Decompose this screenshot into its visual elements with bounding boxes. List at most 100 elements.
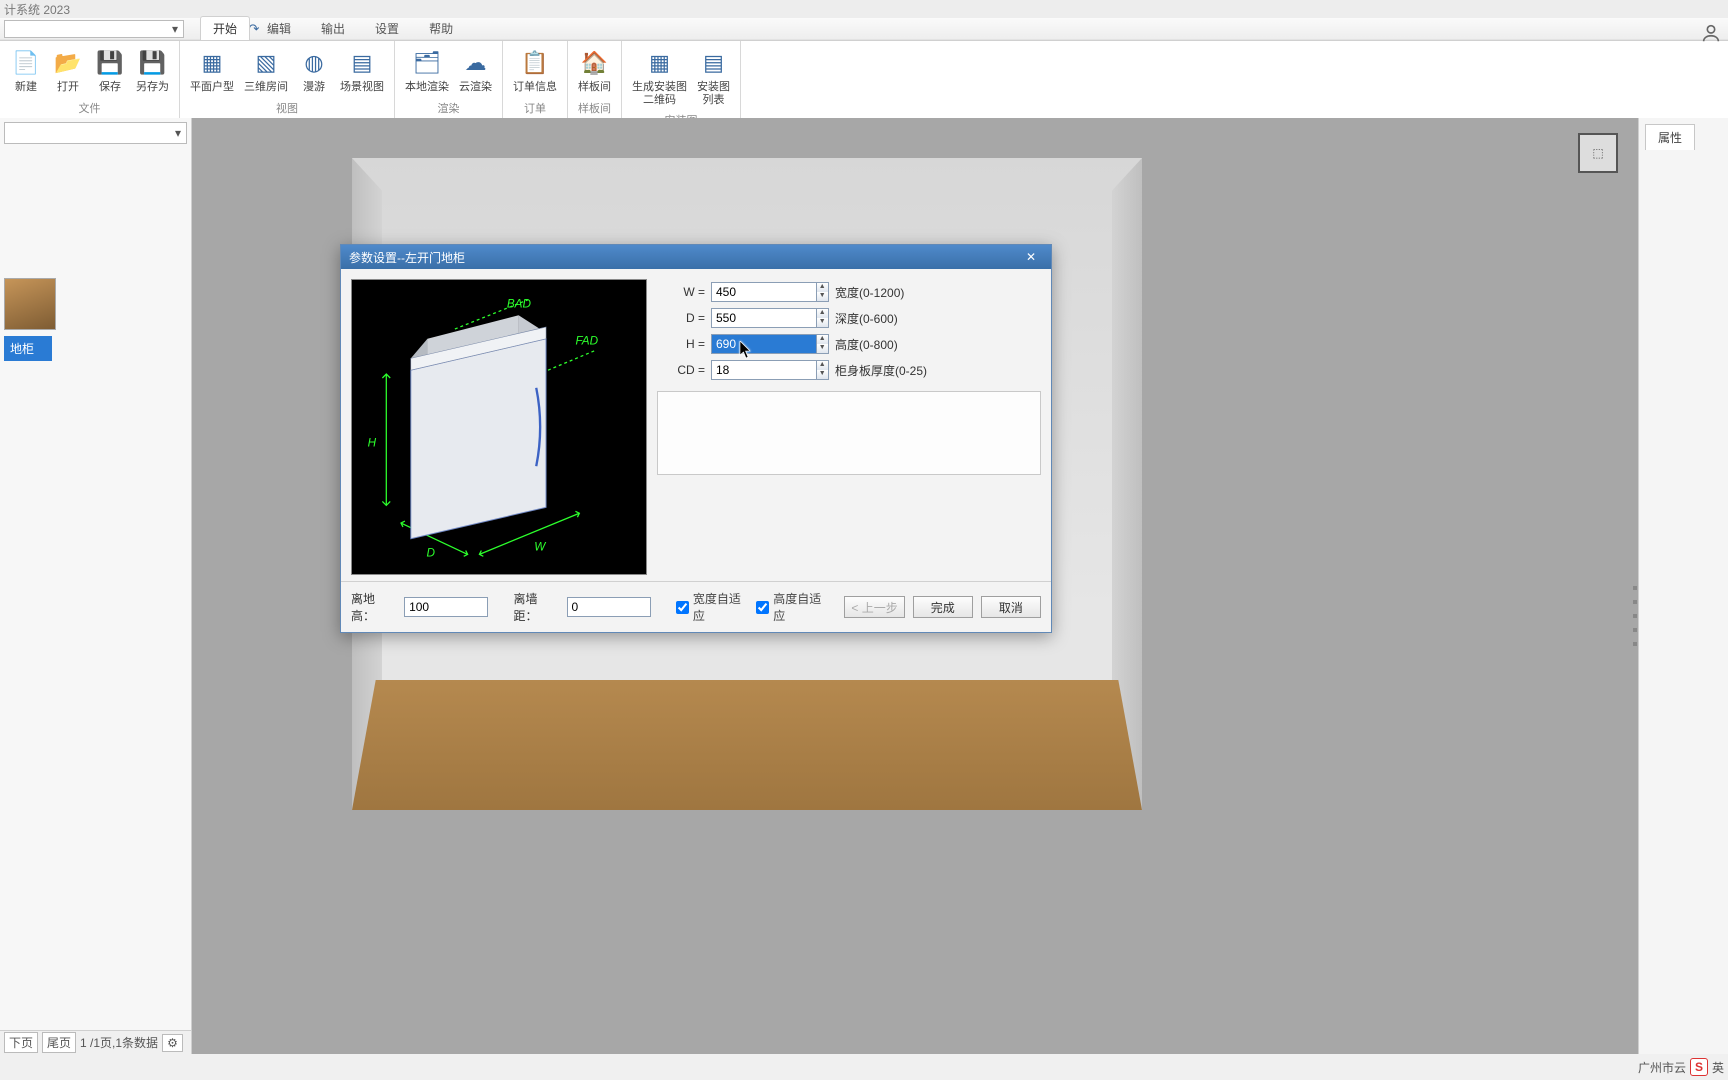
orderinfo-icon: 📋: [519, 47, 551, 79]
ground-height-label: 离地高：: [351, 590, 396, 624]
label-H: H: [368, 437, 377, 450]
ime-badge[interactable]: S: [1690, 1058, 1708, 1076]
roam-button[interactable]: ◍ 漫游: [294, 45, 334, 96]
param-input-W[interactable]: ▲▼: [711, 282, 829, 302]
plan-icon: ▦: [196, 47, 228, 79]
status-lang: 英: [1712, 1059, 1724, 1076]
ribbon-tabs: 开始编辑输出设置帮助: [0, 18, 1728, 40]
spin-down-icon[interactable]: ▼: [817, 344, 829, 353]
installlist-icon: ▤: [698, 47, 730, 79]
nav-cube-icon[interactable]: ⬚: [1578, 133, 1618, 173]
properties-tab[interactable]: 属性: [1645, 124, 1695, 150]
param-dialog: 参数设置--左开门地柜 ✕: [340, 244, 1052, 633]
spin-up-icon[interactable]: ▲: [817, 335, 829, 344]
plan-button[interactable]: ▦平面户型: [186, 45, 238, 96]
save-icon: 💾: [94, 47, 126, 79]
param-row-W: W =▲▼宽度(0-1200): [659, 279, 1041, 305]
roam-icon: ◍: [298, 47, 330, 79]
cloudrender-icon: ☁: [460, 47, 492, 79]
thumbnail-area: 地柜: [0, 268, 191, 365]
spin-up-icon[interactable]: ▲: [817, 283, 829, 292]
roam-label: 漫游: [303, 81, 325, 94]
ribbon-tab-帮助[interactable]: 帮助: [416, 16, 466, 40]
param-label-CD: CD =: [659, 363, 705, 377]
param-row-H: H = ▲▼ 高度(0-800): [659, 331, 1041, 357]
param-desc-CD: 柜身板厚度(0-25): [835, 362, 927, 379]
user-icon[interactable]: [1700, 22, 1722, 44]
param-desc-W: 宽度(0-1200): [835, 284, 904, 301]
installlist-button[interactable]: ▤安装图 列表: [693, 45, 734, 108]
new-button[interactable]: 📄新建: [6, 45, 46, 96]
panel-drag-handle[interactable]: [1633, 586, 1639, 646]
cabinet-thumb-label[interactable]: 地柜: [4, 336, 52, 361]
param-input-CD[interactable]: ▲▼: [711, 360, 829, 380]
ribbon-tab-设置[interactable]: 设置: [362, 16, 412, 40]
auto-width-checkbox[interactable]: 宽度自适应: [676, 590, 748, 624]
param-blank-area: [657, 391, 1041, 475]
dialog-titlebar[interactable]: 参数设置--左开门地柜 ✕: [341, 245, 1051, 269]
left-combo[interactable]: ▾: [4, 122, 187, 144]
param-label-H: H =: [659, 337, 705, 351]
pager-next[interactable]: 下页: [4, 1032, 38, 1053]
cabinet-preview: BAD FAD H D W: [351, 279, 647, 575]
status-region: 广州市云: [1638, 1059, 1686, 1076]
open-button[interactable]: 📂打开: [48, 45, 88, 96]
localrender-button[interactable]: 🗂本地渲染: [401, 45, 453, 96]
saveas-label: 另存为: [136, 81, 169, 94]
genqr-icon: ▦: [644, 47, 676, 79]
pager-settings-icon[interactable]: ⚙: [162, 1034, 183, 1052]
spin-up-icon[interactable]: ▲: [817, 361, 829, 370]
spin-down-icon[interactable]: ▼: [817, 318, 829, 327]
status-bar: 广州市云 S 英: [1638, 1056, 1724, 1078]
scene-button[interactable]: ▤场景视图: [336, 45, 388, 96]
group-label: 渲染: [401, 100, 496, 116]
ribbon-body: 📄新建📂打开💾保存💾另存为文件▦平面户型▧三维房间◍漫游▤场景视图视图🗂本地渲染…: [0, 40, 1728, 130]
3droom-label: 三维房间: [244, 81, 288, 94]
ribbon-group-样板间: 🏠样板间样板间: [568, 41, 622, 130]
genqr-button[interactable]: ▦生成安装图 二维码: [628, 45, 691, 108]
cloudrender-label: 云渲染: [459, 81, 492, 94]
ribbon-group-安装图: ▦生成安装图 二维码▤安装图 列表安装图: [622, 41, 741, 130]
orderinfo-label: 订单信息: [513, 81, 557, 94]
ribbon-tab-开始[interactable]: 开始: [200, 16, 250, 40]
spin-down-icon[interactable]: ▼: [817, 370, 829, 379]
auto-height-checkbox[interactable]: 高度自适应: [756, 590, 828, 624]
spin-down-icon[interactable]: ▼: [817, 292, 829, 301]
param-desc-H: 高度(0-800): [835, 336, 898, 353]
cloudrender-button[interactable]: ☁ 云渲染: [455, 45, 496, 96]
ribbon-tab-输出[interactable]: 输出: [308, 16, 358, 40]
finish-button[interactable]: 完成: [913, 596, 973, 618]
param-list: W =▲▼宽度(0-1200)D =▲▼深度(0-600)H =▲▼高度(0-8…: [659, 279, 1041, 575]
scene-icon: ▤: [346, 47, 378, 79]
orderinfo-button[interactable]: 📋 订单信息: [509, 45, 561, 96]
3droom-icon: ▧: [250, 47, 282, 79]
param-input-D[interactable]: ▲▼: [711, 308, 829, 328]
saveas-button[interactable]: 💾另存为: [132, 45, 173, 96]
group-label: 样板间: [574, 100, 615, 116]
cancel-button[interactable]: 取消: [981, 596, 1041, 618]
pager-info: 1 /1页,1条数据: [80, 1034, 158, 1051]
open-label: 打开: [57, 81, 79, 94]
installlist-label: 安装图 列表: [697, 81, 730, 106]
left-tree[interactable]: [0, 148, 191, 268]
ground-height-input[interactable]: [404, 597, 488, 617]
sample-label: 样板间: [578, 81, 611, 94]
3droom-button[interactable]: ▧ 三维房间: [240, 45, 292, 96]
close-icon[interactable]: ✕: [1019, 250, 1043, 264]
sample-button[interactable]: 🏠样板间: [574, 45, 615, 96]
pager-last[interactable]: 尾页: [42, 1032, 76, 1053]
group-label: 视图: [186, 100, 388, 116]
save-label: 保存: [99, 81, 121, 94]
localrender-icon: 🗂: [411, 47, 443, 79]
wall-distance-input[interactable]: [567, 597, 651, 617]
dialog-title: 参数设置--左开门地柜: [349, 249, 465, 266]
cabinet-thumb[interactable]: [4, 278, 56, 330]
param-label-D: D =: [659, 311, 705, 325]
spin-up-icon[interactable]: ▲: [817, 309, 829, 318]
label-FAD: FAD: [575, 335, 598, 348]
param-input-H[interactable]: ▲▼: [711, 334, 829, 354]
save-button[interactable]: 💾 保存: [90, 45, 130, 96]
ribbon-tab-编辑[interactable]: 编辑: [254, 16, 304, 40]
ribbon-group-文件: 📄新建📂打开💾保存💾另存为文件: [0, 41, 180, 130]
qat-combo[interactable]: ▾: [4, 20, 184, 38]
